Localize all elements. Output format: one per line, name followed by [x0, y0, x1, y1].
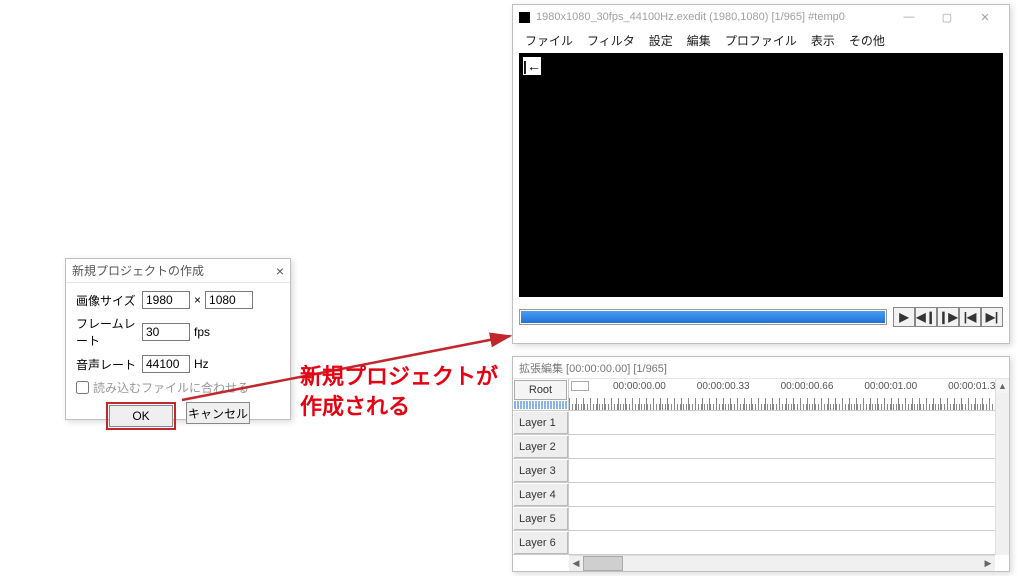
timeline-window: 拡張編集 [00:00:00.00] [1/965] Root 00:00:00… [512, 356, 1010, 572]
layer-label[interactable]: Layer 1 [513, 411, 569, 434]
layer-label[interactable]: Layer 5 [513, 507, 569, 530]
menu-filter[interactable]: フィルタ [581, 30, 641, 51]
unit-hz: Hz [194, 357, 209, 371]
time-ruler[interactable]: 00:00:00.00 00:00:00.33 00:00:00.66 00:0… [569, 379, 1009, 410]
cancel-button[interactable]: キャンセル [186, 402, 250, 424]
layer-track[interactable] [569, 483, 995, 506]
time-label: 00:00:00.33 [697, 381, 750, 392]
menubar: ファイル フィルタ 設定 編集 プロファイル 表示 その他 [513, 29, 1009, 51]
scroll-right-icon[interactable]: ▶ [981, 556, 995, 571]
layer-track[interactable] [569, 507, 995, 530]
root-button[interactable]: Root [514, 380, 567, 400]
timeline-title: 拡張編集 [00:00:00.00] [1/965] [513, 357, 1009, 379]
time-label: 00:00:01.00 [864, 381, 917, 392]
new-project-dialog: 新規プロジェクトの作成 × 画像サイズ × フレームレート fps 音声レート … [65, 258, 291, 420]
dialog-body: 画像サイズ × フレームレート fps 音声レート Hz 読み込むファイルに合わ… [66, 283, 290, 438]
ruler-labels: 00:00:00.00 00:00:00.33 00:00:00.66 00:0… [613, 381, 1009, 392]
zoom-handle-icon[interactable] [571, 381, 589, 391]
annotation-line2: 作成される [300, 392, 498, 422]
seek-slider[interactable] [519, 309, 887, 325]
input-width[interactable] [142, 291, 190, 309]
layer-track[interactable] [569, 459, 995, 482]
menu-edit[interactable]: 編集 [681, 30, 717, 51]
scrub-bar: ▶ ◀❙ ❙▶ |◀ ▶| [519, 307, 1003, 327]
dialog-title: 新規プロジェクトの作成 [72, 262, 204, 279]
checkbox-match-file[interactable] [76, 381, 89, 394]
first-button[interactable]: |◀ [959, 307, 981, 327]
unit-fps: fps [194, 325, 210, 339]
layer-track[interactable] [569, 435, 995, 458]
play-button[interactable]: ▶ [893, 307, 915, 327]
scrollbar-thumb[interactable] [583, 556, 623, 571]
annotation-line1: 新規プロジェクトが [300, 362, 498, 392]
scroll-up-icon[interactable]: ▲ [996, 379, 1009, 393]
layer-label[interactable]: Layer 3 [513, 459, 569, 482]
window-close-icon[interactable]: ✕ [967, 7, 1003, 27]
minimize-icon[interactable]: — [891, 7, 927, 27]
menu-profile[interactable]: プロファイル [719, 30, 803, 51]
label-image-size: 画像サイズ [76, 292, 142, 309]
input-height[interactable] [205, 291, 253, 309]
playhead-start-icon[interactable]: |← [523, 57, 541, 75]
next-button[interactable]: ❙▶ [937, 307, 959, 327]
label-audio-rate: 音声レート [76, 356, 142, 373]
time-label: 00:00:01.33 [948, 381, 1001, 392]
root-header-fill [514, 401, 567, 409]
titlebar: 1980x1080_30fps_44100Hz.exedit (1980,108… [513, 5, 1009, 29]
layer-label[interactable]: Layer 4 [513, 483, 569, 506]
last-button[interactable]: ▶| [981, 307, 1003, 327]
menu-view[interactable]: 表示 [805, 30, 841, 51]
x-separator: × [194, 293, 201, 307]
timeline-header: Root 00:00:00.00 00:00:00.33 00:00:00.66… [513, 379, 1009, 411]
app-logo-icon [519, 12, 530, 23]
layer-track[interactable] [569, 411, 995, 434]
layers-area: Layer 1 Layer 2 Layer 3 Layer 4 Layer 5 … [513, 411, 995, 555]
input-audio-rate[interactable] [142, 355, 190, 373]
vertical-scrollbar[interactable]: ▲ [995, 379, 1009, 555]
input-framerate[interactable] [142, 323, 190, 341]
video-preview: |← [519, 53, 1003, 297]
ok-button[interactable]: OK [109, 405, 173, 427]
main-window: 1980x1080_30fps_44100Hz.exedit (1980,108… [512, 4, 1010, 344]
layer-label[interactable]: Layer 2 [513, 435, 569, 458]
layer-track[interactable] [569, 531, 995, 554]
horizontal-scrollbar[interactable]: ◀ ▶ [569, 555, 995, 571]
maximize-icon[interactable]: ▢ [929, 7, 965, 27]
ok-highlight: OK [106, 402, 176, 430]
dialog-titlebar: 新規プロジェクトの作成 × [66, 259, 290, 283]
time-label: 00:00:00.66 [781, 381, 834, 392]
time-label: 00:00:00.00 [613, 381, 666, 392]
ruler-ticks-minor [569, 404, 1009, 410]
menu-settings[interactable]: 設定 [643, 30, 679, 51]
layer-label[interactable]: Layer 6 [513, 531, 569, 554]
menu-other[interactable]: その他 [843, 30, 891, 51]
close-icon[interactable]: × [276, 263, 284, 279]
annotation-text: 新規プロジェクトが 作成される [300, 362, 498, 421]
scroll-left-icon[interactable]: ◀ [569, 556, 583, 571]
prev-button[interactable]: ◀❙ [915, 307, 937, 327]
window-title: 1980x1080_30fps_44100Hz.exedit (1980,108… [536, 11, 891, 23]
label-framerate: フレームレート [76, 315, 142, 349]
label-match-file: 読み込むファイルに合わせる [93, 379, 249, 396]
menu-file[interactable]: ファイル [519, 30, 579, 51]
